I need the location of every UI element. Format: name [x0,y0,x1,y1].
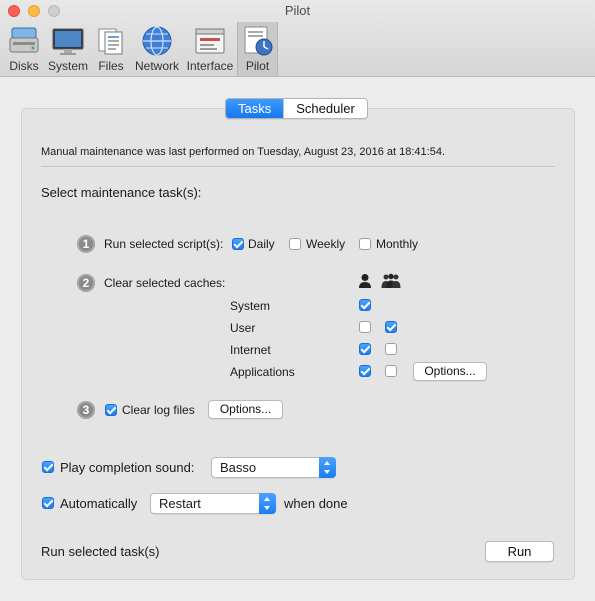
cache-row-internet-label: Internet [230,343,271,357]
cache-applications-all-checkbox[interactable] [385,365,397,377]
cache-row-system-label: System [230,299,271,313]
toolbar-pilot[interactable]: Pilot [237,22,278,76]
cache-user-all-checkbox[interactable] [385,321,397,333]
toolbar-label: Interface [186,59,234,73]
all-users-icon [381,273,401,288]
interface-icon [195,28,225,54]
cache-row-user-label: User [230,321,256,335]
cache-user-user-checkbox[interactable] [359,321,371,333]
divider [41,166,555,167]
daily-checkbox[interactable] [232,238,244,250]
play-sound-checkbox[interactable] [42,461,54,473]
toolbar-label: System [47,59,88,73]
cache-internet-all-checkbox[interactable] [385,343,397,355]
clear-log-files-checkbox[interactable] [105,404,117,416]
last-performed-text: Manual maintenance was last performed on… [41,146,446,158]
popup-arrows-icon [259,493,276,514]
caches-options-button[interactable]: Options... [413,362,487,381]
single-user-icon [359,274,371,288]
weekly-checkbox[interactable] [289,238,301,250]
sound-popup-value: Basso [220,460,257,475]
clear-caches-label: Clear selected caches: [104,276,226,290]
clear-log-files-label: Clear log files [122,403,195,417]
tab-tasks[interactable]: Tasks [226,99,284,118]
toolbar-interface[interactable]: Interface [185,22,235,76]
play-sound-label: Play completion sound: [60,460,195,475]
step-2-badge: 2 [77,274,95,292]
daily-label: Daily [248,237,275,251]
after-action-popup-value: Restart [159,496,201,511]
cache-internet-user-checkbox[interactable] [359,343,371,355]
sound-popup[interactable]: Basso [211,457,336,478]
toolbar-label: Files [98,59,124,73]
cache-applications-user-checkbox[interactable] [359,365,371,377]
files-icon [98,28,123,55]
system-icon [52,28,84,55]
monthly-label: Monthly [376,237,419,251]
after-action-popup[interactable]: Restart [150,493,276,514]
log-options-button[interactable]: Options... [208,400,283,419]
select-heading: Select maintenance task(s): [41,185,202,200]
cache-row-applications-label: Applications [230,365,295,379]
automatically-label: Automatically [60,496,138,511]
automatically-checkbox[interactable] [42,497,54,509]
toolbar-network[interactable]: Network [133,22,181,76]
step-1-badge: 1 [77,235,95,253]
pilot-icon [244,26,272,56]
toolbar-disks[interactable]: Disks [4,22,44,76]
toolbar-system[interactable]: System [46,22,90,76]
run-scripts-label: Run selected script(s): [104,237,224,251]
toolbar-label: Network [134,59,179,73]
disks-icon [9,27,39,53]
network-icon [142,26,172,56]
step-3-badge: 3 [77,401,95,419]
run-button[interactable]: Run [485,541,554,562]
window-title: Pilot [284,3,311,18]
window-titlebar: Pilot Disks System Files Network Interfa… [0,0,595,77]
toolbar-files[interactable]: Files [94,22,128,76]
toolbar-label: Disks [9,59,39,73]
weekly-label: Weekly [306,237,346,251]
tab-bar: Tasks Scheduler [225,98,368,119]
run-selected-label: Run selected task(s) [41,544,160,559]
popup-arrows-icon [319,457,336,478]
toolbar-label: Pilot [245,59,270,73]
cache-system-user-checkbox[interactable] [359,299,371,311]
tab-scheduler[interactable]: Scheduler [283,99,367,118]
when-done-label: when done [284,496,348,511]
monthly-checkbox[interactable] [359,238,371,250]
